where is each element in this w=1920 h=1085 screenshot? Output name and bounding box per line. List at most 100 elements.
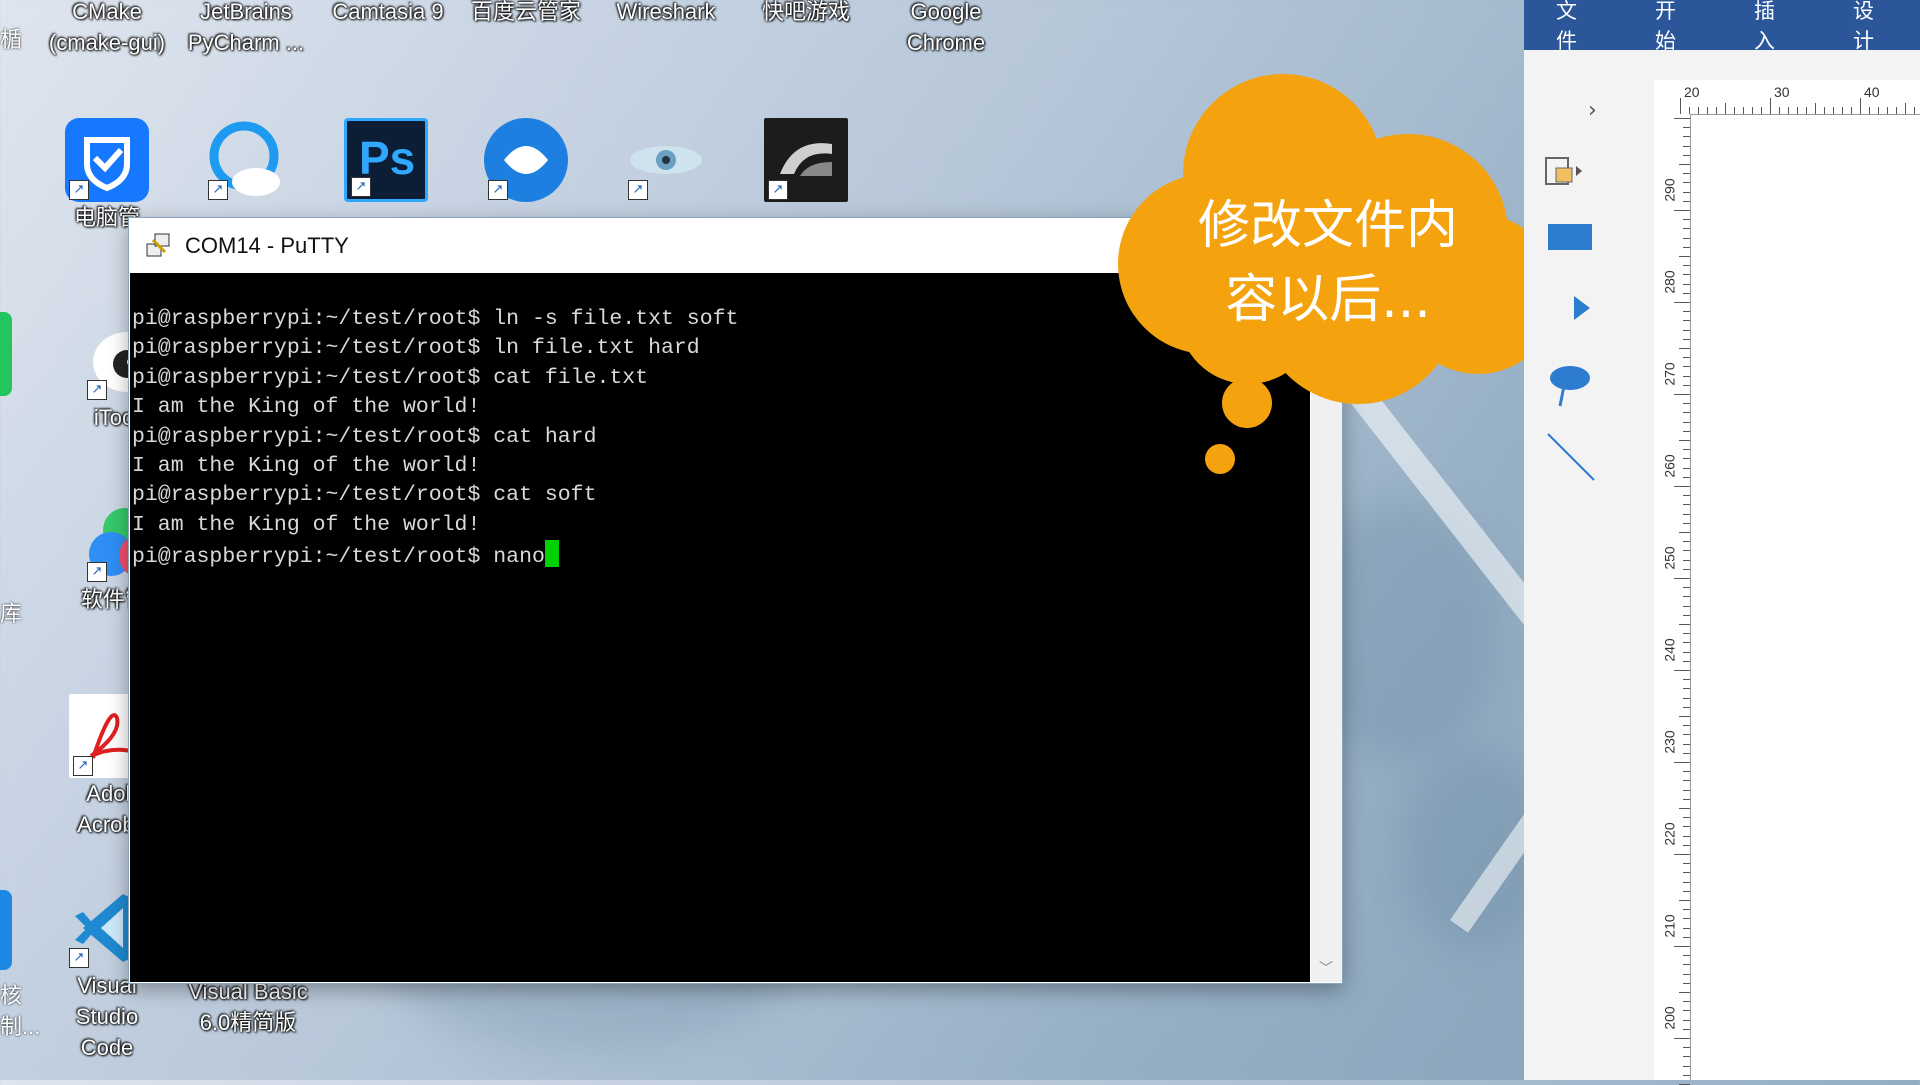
tab-home[interactable]: 开始 [1655,0,1694,55]
edge-app-icon[interactable] [0,890,12,970]
desktop-icon-chrome[interactable]: Google Chrome [886,0,1006,58]
desktop-icon-eye-app[interactable]: ↗ [606,118,726,202]
drawing-canvas[interactable] [1691,115,1920,1080]
ruler-tick [1683,292,1690,294]
diagram-editor-panel[interactable]: 文件 开始 插入 设计 › 20 30 40 290 280 270 260 2… [1524,0,1920,1085]
ruler-number: 200 [1661,1006,1678,1030]
ruler-tick [1716,107,1717,114]
desktop-icon-wireshark[interactable]: Wireshark [606,0,726,27]
desktop-icon-cloud-search[interactable]: ↗ [186,118,306,202]
ruler-number: 290 [1661,178,1678,202]
ruler-tick [1683,384,1690,386]
ruler-tick [1683,587,1690,589]
ruler-number: 40 [1864,84,1880,100]
ruler-tick [1683,780,1690,782]
desktop-icon-pycharm[interactable]: JetBrains PyCharm ... [186,0,306,58]
ruler-tick [1683,403,1690,405]
ruler-tick [1683,311,1690,313]
cloud-search-icon: ↗ [204,118,288,202]
ruler-tick [1679,348,1690,349]
ruler-tick [1683,1001,1690,1003]
horizontal-ruler: 20 30 40 [1654,80,1920,115]
ruler-tick [1683,614,1690,616]
ruler-number: 280 [1661,270,1678,294]
shortcut-arrow-icon: ↗ [488,180,508,200]
ruler-number: 220 [1661,822,1678,846]
ruler-tick [1683,154,1690,156]
ruler-tick [1683,1010,1690,1012]
desktop-icon-camtasia[interactable]: Camtasia 9 [326,0,450,27]
ribbon-tab-bar: 文件 开始 插入 设计 [1524,0,1920,53]
ruler-tick [1683,633,1690,635]
ruler-tick [1683,881,1690,883]
desktop-icon-security[interactable]: ↗ 电脑管 [47,118,167,233]
ruler-tick [1779,107,1780,114]
edge-label: 核 制... [0,983,41,1039]
ruler-tick [1683,863,1690,865]
ruler-number: 210 [1661,914,1678,938]
ruler-tick [1679,440,1690,441]
ruler-tick [1683,430,1690,432]
ruler-tick [1683,366,1690,368]
ruler-tick [1683,559,1690,561]
photoshop-icon: Ps ↗ [344,118,428,202]
edge-app-icon[interactable] [0,312,12,396]
tab-design[interactable]: 设计 [1853,0,1892,55]
ruler-tick [1683,1028,1690,1030]
ruler-number: 270 [1661,362,1678,386]
ruler-tick [1869,107,1870,114]
thought-bubble-callout: 修改文件内 容以后... [1108,74,1580,474]
ruler-tick [1683,890,1690,892]
desktop-icon-teamviewer[interactable]: ↗ [466,118,586,202]
ruler-tick [1683,725,1690,727]
ruler-tick [1824,107,1825,114]
chevron-right-icon[interactable]: › [1588,98,1597,123]
desktop-icon-vb6[interactable]: Visual Basic 6.0精简版 [186,976,310,1038]
ruler-tick [1683,605,1690,607]
desktop-icon-photoshop[interactable]: Ps ↗ [326,118,446,202]
vertical-ruler: 290 280 270 260 250 240 230 220 210 200 [1654,114,1691,1085]
ruler-tick [1851,107,1852,114]
callout-text: 修改文件内 容以后... [1168,189,1488,337]
putty-app-icon[interactable] [145,232,173,260]
paste-format-icon[interactable] [1544,154,1584,188]
ruler-tick [1679,532,1690,533]
ruler-tick [1689,107,1690,114]
ruler-tick [1683,798,1690,800]
ruler-tick [1806,107,1807,114]
desktop-icon-baiduyun[interactable]: 百度云管家 [466,0,586,27]
ruler-tick [1683,357,1690,359]
terminal-prompt-line: pi@raspberrypi:~/test/root$ nano [130,540,1310,572]
ruler-tick [1683,283,1690,285]
ruler-tick [1674,210,1690,211]
desktop-icon-cmake[interactable]: CMake (cmake-gui) [47,0,167,58]
ruler-tick [1679,808,1690,809]
ruler-tick [1679,256,1690,257]
ruler-tick [1878,107,1879,114]
scroll-down-arrow-icon[interactable]: ﹀ [1319,958,1333,978]
ruler-tick [1674,762,1690,763]
ruler-tick [1683,771,1690,773]
triangle-shape-tool[interactable] [1574,296,1590,320]
desktop-icon-label: 快吧游戏 [761,0,850,24]
line-shape-tool[interactable] [1544,430,1600,486]
nvidia-icon: ↗ [764,118,848,202]
ruler-tick [1905,103,1906,114]
ruler-tick [1683,1065,1690,1067]
ruler-tick [1683,274,1690,276]
desktop-icon-kuaiba[interactable]: 快吧游戏 [746,0,866,27]
ruler-number: 250 [1661,546,1678,570]
shortcut-arrow-icon: ↗ [69,948,89,968]
desktop-icon-nvidia[interactable]: ↗ [746,118,866,202]
ruler-tick [1683,173,1690,175]
ruler-tick [1683,338,1690,340]
callout-shape-tool[interactable] [1548,364,1592,410]
ruler-tick [1683,182,1690,184]
shortcut-arrow-icon: ↗ [69,180,89,200]
ruler-tick [1683,734,1690,736]
ruler-tick [1683,651,1690,653]
ruler-tick [1683,412,1690,414]
tab-file[interactable]: 文件 [1556,0,1595,55]
tab-insert[interactable]: 插入 [1754,0,1793,55]
rectangle-shape-tool[interactable] [1548,224,1592,250]
